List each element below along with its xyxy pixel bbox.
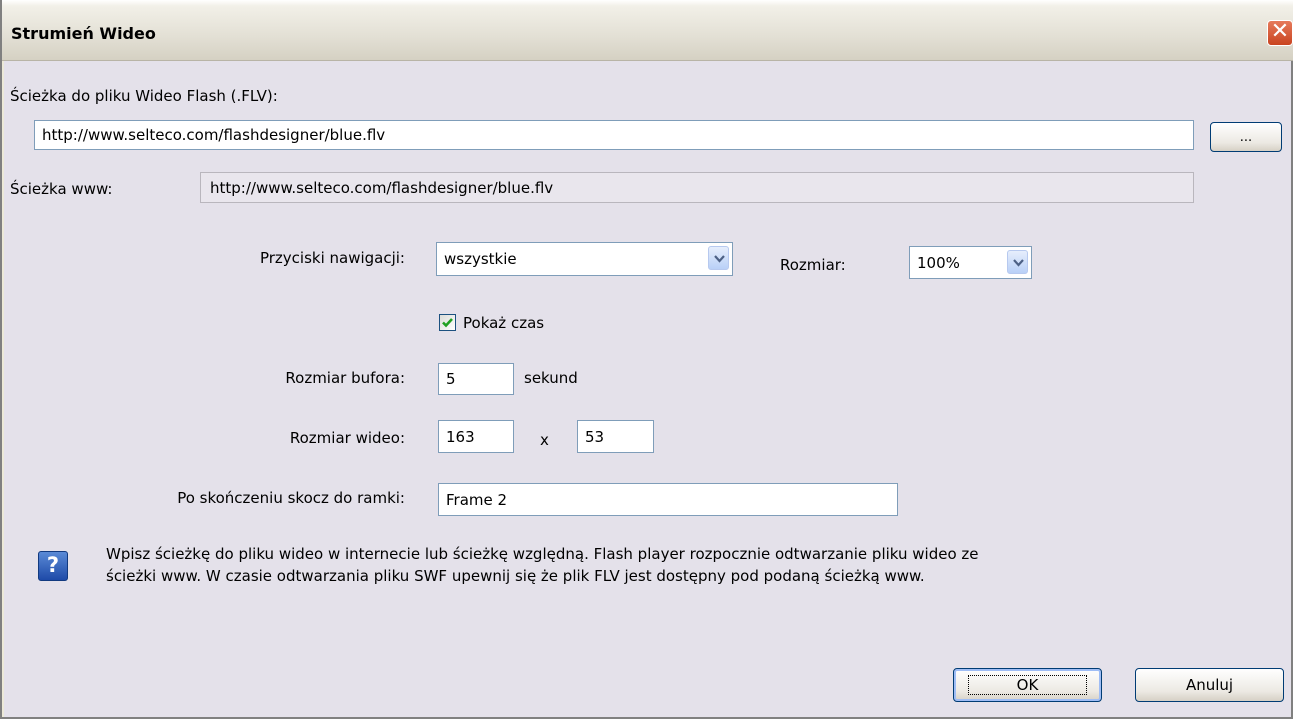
navigation-dropdown-button[interactable]	[708, 246, 729, 270]
browse-button[interactable]: ...	[1210, 122, 1282, 152]
cancel-button[interactable]: Anuluj	[1135, 668, 1284, 702]
end-frame-value: Frame 2	[446, 490, 508, 509]
close-button[interactable]: ✕	[1267, 20, 1293, 46]
navigation-buttons-value: wszystkie	[444, 250, 517, 268]
video-width-value: 163	[446, 427, 475, 446]
buffer-size-value: 5	[446, 370, 456, 388]
show-time-checkbox[interactable]	[439, 314, 456, 331]
help-text-line-1: Wpisz ścieżkę do pliku wideo w interneci…	[106, 545, 979, 563]
title-bar[interactable]: Strumień Wideo ✕	[2, 0, 1293, 61]
video-size-label: Rozmiar wideo:	[289, 429, 405, 447]
chevron-down-icon	[1013, 259, 1024, 267]
video-size-separator: x	[540, 431, 549, 449]
flv-path-value: http://www.selteco.com/flashdesigner/blu…	[42, 126, 386, 144]
close-icon: ✕	[1270, 19, 1290, 44]
video-width-input[interactable]: 163	[438, 420, 514, 453]
browse-button-label: ...	[1239, 129, 1253, 145]
dialog-title: Strumień Wideo	[11, 24, 156, 43]
show-time-label[interactable]: Pokaż czas	[463, 314, 544, 332]
check-icon	[442, 318, 453, 328]
video-height-input[interactable]: 53	[577, 420, 654, 453]
buffer-size-input[interactable]: 5	[438, 363, 514, 395]
www-path-field: http://www.selteco.com/flashdesigner/blu…	[200, 172, 1194, 203]
size-dropdown-button[interactable]	[1007, 250, 1028, 274]
navigation-buttons-select[interactable]: wszystkie	[436, 242, 733, 276]
chevron-down-icon	[714, 255, 725, 263]
help-icon: ?	[38, 551, 68, 581]
end-frame-input[interactable]: Frame 2	[438, 483, 898, 516]
video-stream-dialog: Strumień Wideo ✕ Ścieżka do pliku Wideo …	[0, 0, 1293, 719]
video-height-value: 53	[585, 427, 605, 446]
ok-button-label: OK	[967, 675, 1088, 695]
end-frame-label: Po skończeniu skocz do ramki:	[177, 489, 405, 507]
dialog-content: Ścieżka do pliku Wideo Flash (.FLV): htt…	[4, 61, 1291, 717]
size-value: 100%	[917, 253, 960, 272]
size-select[interactable]: 100%	[909, 246, 1032, 279]
navigation-buttons-label: Przyciski nawigacji:	[259, 249, 405, 267]
buffer-unit-label: sekund	[524, 369, 578, 387]
flv-path-input[interactable]: http://www.selteco.com/flashdesigner/blu…	[34, 120, 1194, 150]
help-text-line-2: ścieżki www. W czasie odtwarzania pliku …	[106, 567, 925, 585]
ok-button[interactable]: OK	[953, 668, 1102, 702]
size-label: Rozmiar:	[780, 256, 846, 274]
buffer-size-label: Rozmiar bufora:	[285, 369, 405, 387]
www-path-value: http://www.selteco.com/flashdesigner/blu…	[210, 178, 554, 197]
cancel-button-label: Anuluj	[1185, 676, 1234, 694]
flv-path-label: Ścieżka do pliku Wideo Flash (.FLV):	[10, 87, 278, 105]
www-path-label: Ścieżka www:	[10, 180, 113, 198]
